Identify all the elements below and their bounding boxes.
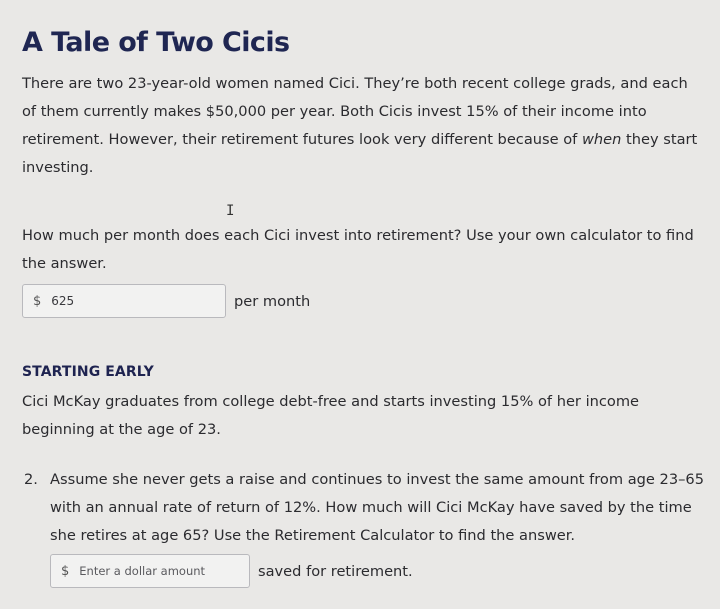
section-heading-starting-early: STARTING EARLY [22,364,154,380]
intro-emphasis: when [581,131,622,148]
question-1-text: How much per month does each Cici invest… [22,227,694,272]
question-2-body: Assume she never gets a raise and contin… [50,466,704,550]
page: A Tale of Two Cicis There are two 23-yea… [0,0,720,609]
question-2: 2. Assume she never gets a raise and con… [22,466,704,550]
monthly-amount-input[interactable] [51,294,202,308]
question-2-text: Assume she never gets a raise and contin… [50,471,704,544]
monthly-amount-suffix: per month [234,292,311,310]
dollar-sign-icon: $ [33,293,42,309]
dollar-sign-icon: $ [61,563,70,579]
page-title: A Tale of Two Cicis [22,27,290,58]
question-2-number: 2. [24,471,38,488]
intro-paragraph: There are two 23-year-old women named Ci… [22,70,704,182]
retirement-savings-input[interactable] [79,564,230,578]
text-cursor-icon: I [226,203,235,219]
retirement-savings-field[interactable]: $ [50,554,250,588]
retirement-savings-suffix: saved for retirement. [258,562,413,580]
monthly-amount-field[interactable]: $ [22,284,226,318]
question-1: How much per month does each Cici invest… [22,222,704,318]
question-1-answer-row: $ per month [22,284,704,318]
starting-early-text: Cici McKay graduates from college debt-f… [22,393,640,438]
question-2-answer-row: $ saved for retirement. [50,554,704,588]
